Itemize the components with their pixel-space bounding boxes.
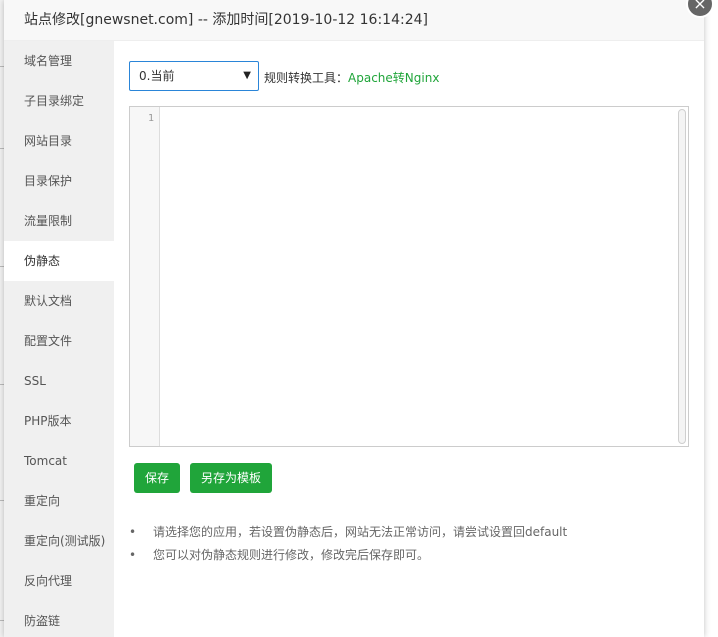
sidebar-item-hotlink-protection[interactable]: 防盗链 [4,601,114,637]
sidebar-item-reverse-proxy[interactable]: 反向代理 [4,561,114,601]
save-as-template-button[interactable]: 另存为模板 [190,463,272,493]
editor-scrollbar[interactable] [678,109,686,444]
chevron-down-icon: ▼ [243,70,251,81]
sidebar-item-config-file[interactable]: 配置文件 [4,321,114,361]
sidebar-item-site-directory[interactable]: 网站目录 [4,121,114,161]
rewrite-rules-editor[interactable]: 1 [129,106,689,447]
editor-gutter: 1 [130,107,160,446]
rule-converter-text: 规则转换工具： [264,71,349,85]
sidebar-item-redirect[interactable]: 重定向 [4,481,114,521]
sidebar-item-default-document[interactable]: 默认文档 [4,281,114,321]
sidebar-item-subdirectory-binding[interactable]: 子目录绑定 [4,81,114,121]
help-tip-text: 您可以对伪静态规则进行修改，修改完后保存即可。 [153,548,430,562]
line-number: 1 [147,113,154,124]
sidebar-item-domain-management[interactable]: 域名管理 [4,41,114,81]
rewrite-template-select[interactable]: 0.当前 ▼ [129,61,259,91]
help-tip: • 您可以对伪静态规则进行修改，修改完后保存即可。 [129,544,689,567]
dialog-sidebar: 域名管理 子目录绑定 网站目录 目录保护 流量限制 伪静态 默认文档 配置文件 … [4,41,114,637]
apache-to-nginx-link[interactable]: Apache转Nginx [348,71,439,85]
bullet-icon: • [129,525,137,539]
help-tip: • 请选择您的应用，若设置伪静态后，网站无法正常访问，请尝试设置回default [129,521,689,544]
sidebar-item-ssl[interactable]: SSL [4,361,114,401]
site-edit-dialog: 站点修改[gnewsnet.com] -- 添加时间[2019-10-12 16… [4,0,704,637]
bullet-icon: • [129,548,137,562]
rule-converter-label: 规则转换工具：Apache转Nginx [264,69,439,86]
sidebar-item-directory-protection[interactable]: 目录保护 [4,161,114,201]
sidebar-item-tomcat[interactable]: Tomcat [4,441,114,481]
save-button[interactable]: 保存 [134,463,180,493]
sidebar-item-traffic-limit[interactable]: 流量限制 [4,201,114,241]
help-tips: • 请选择您的应用，若设置伪静态后，网站无法正常访问，请尝试设置回default… [129,521,689,567]
rewrite-panel: 0.当前 ▼ 规则转换工具：Apache转Nginx 1 保存 另存为模板 • … [114,41,704,637]
dialog-title: 站点修改[gnewsnet.com] -- 添加时间[2019-10-12 16… [4,0,704,41]
sidebar-item-redirect-beta[interactable]: 重定向(测试版) [4,521,114,561]
help-tip-text: 请选择您的应用，若设置伪静态后，网站无法正常访问，请尝试设置回default [153,525,568,539]
sidebar-item-rewrite[interactable]: 伪静态 [4,241,114,281]
sidebar-item-php-version[interactable]: PHP版本 [4,401,114,441]
rewrite-template-select-value: 0.当前 [139,69,175,83]
